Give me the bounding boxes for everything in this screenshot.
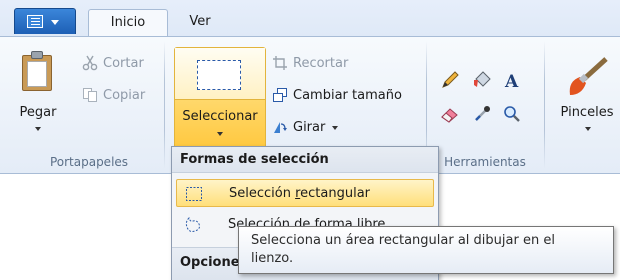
brush-icon [566, 55, 610, 99]
paint-bucket-icon [474, 71, 491, 87]
rectangle-selection-icon [197, 60, 241, 90]
chevron-down-icon [51, 20, 59, 25]
eyedropper-icon [475, 106, 490, 121]
pencil-tool[interactable] [437, 67, 463, 93]
rotate-label: Girar [293, 119, 326, 135]
pencil-icon [442, 71, 459, 88]
magnifier-tool[interactable] [499, 101, 525, 127]
chevron-down-icon [217, 132, 223, 136]
rectangle-selection-icon [185, 185, 203, 203]
menu-item-label-part: ectangular [300, 186, 371, 201]
select-label: Seleccionar [182, 109, 258, 124]
svg-text:A: A [504, 72, 519, 90]
paste-dropdown-caret [35, 127, 41, 131]
tooltip-text-line-2: lienzo. [251, 251, 294, 266]
eraser-icon [441, 108, 458, 123]
freeform-selection-icon [184, 216, 202, 234]
text-tool[interactable]: A [499, 67, 525, 93]
rotate-icon [272, 119, 288, 135]
brushes-label: Pinceles [560, 105, 614, 120]
group-separator [544, 41, 545, 169]
scissors-icon [82, 55, 98, 71]
resize-button[interactable]: Cambiar tamaño [272, 85, 402, 105]
chevron-down-icon [585, 127, 591, 131]
crop-label: Recortar [293, 55, 349, 71]
clipboard-icon [22, 49, 52, 91]
resize-icon [272, 87, 288, 103]
copy-label: Copiar [103, 87, 146, 103]
ribbon-tab-strip: Inicio Ver [0, 0, 620, 37]
tooltip: Selecciona un área rectangular al dibuja… [238, 226, 614, 274]
group-label-clipboard: Portapapeles [49, 155, 129, 169]
text-icon: A [504, 72, 519, 90]
crop-icon [272, 55, 288, 71]
tooltip-text-line-1: Selecciona un área rectangular al dibuja… [251, 233, 555, 248]
menu-item-rectangular-selection[interactable]: Selección rectangular [176, 179, 434, 207]
menu-header-selection-shapes: Formas de selección [172, 147, 438, 173]
copy-button[interactable]: Copiar [82, 85, 145, 105]
fill-tool[interactable] [469, 67, 495, 93]
magnifier-icon [504, 106, 520, 122]
tools-grid: A [437, 67, 533, 133]
menu-item-label-part: Selección [229, 186, 296, 201]
tab-inicio[interactable]: Inicio [88, 9, 168, 37]
document-icon [27, 15, 43, 28]
copy-icon [82, 87, 98, 103]
paste-label: Pegar [19, 105, 57, 120]
select-button-top[interactable] [175, 48, 265, 100]
rotate-button[interactable]: Girar [272, 117, 339, 137]
color-picker-tool[interactable] [469, 101, 495, 127]
tab-ver[interactable]: Ver [176, 9, 224, 36]
app-menu-button[interactable] [14, 8, 76, 34]
cut-button[interactable]: Cortar [82, 53, 144, 73]
eraser-tool[interactable] [437, 101, 463, 127]
cut-label: Cortar [103, 55, 144, 71]
select-button[interactable]: Seleccionar [174, 47, 266, 155]
chevron-down-icon [332, 126, 339, 130]
group-separator [164, 41, 165, 169]
resize-label: Cambiar tamaño [293, 87, 402, 103]
group-label-tools: Herramientas [444, 155, 526, 169]
crop-button[interactable]: Recortar [272, 53, 348, 73]
